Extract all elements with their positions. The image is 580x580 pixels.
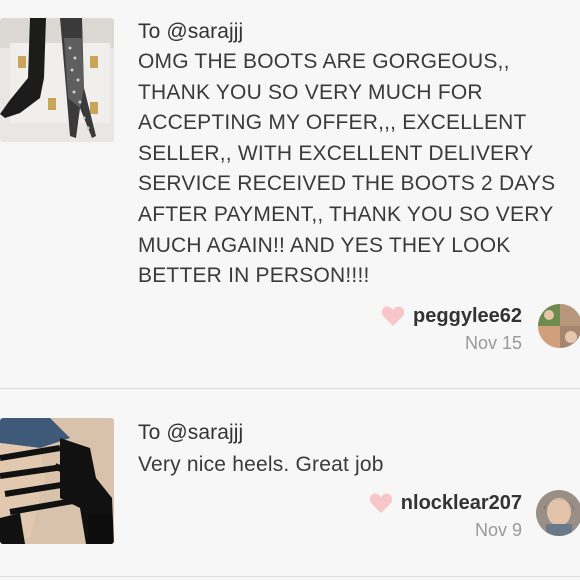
review-text: OMG THE BOOTS ARE GORGEOUS,, THANK YOU S… [138, 50, 556, 288]
reviewer-username[interactable]: peggylee62 [413, 305, 522, 328]
heart-icon [369, 493, 392, 513]
review-meta: nlocklear207 Nov 9 [369, 490, 522, 541]
product-thumbnail[interactable] [0, 18, 114, 142]
user-avatar-photo-icon [536, 490, 580, 536]
heart-icon [381, 306, 405, 326]
review-recipient[interactable]: To @sarajjj [138, 20, 243, 44]
user-avatar-photo-icon [538, 304, 580, 348]
rhinestone-boot-photo-icon [0, 18, 114, 142]
product-thumbnail[interactable] [0, 418, 114, 544]
strappy-heels-photo-icon [0, 418, 114, 544]
reviewer-avatar[interactable] [538, 304, 580, 348]
review-recipient[interactable]: To @sarajjj [138, 421, 243, 445]
reviewer-username[interactable]: nlocklear207 [401, 492, 522, 515]
review-item: To @sarajjj OMG THE BOOTS ARE GORGEOUS,,… [0, 0, 580, 388]
review-date: Nov 9 [474, 520, 522, 540]
review-meta: peggylee62 Nov 15 [381, 303, 522, 354]
review-date: Nov 15 [464, 333, 522, 353]
divider [0, 576, 580, 577]
review-text: Very nice heels. Great job [138, 453, 384, 476]
reviewer-avatar[interactable] [536, 490, 580, 536]
review-item: To @sarajjj Very nice heels. Great job n… [0, 389, 580, 579]
